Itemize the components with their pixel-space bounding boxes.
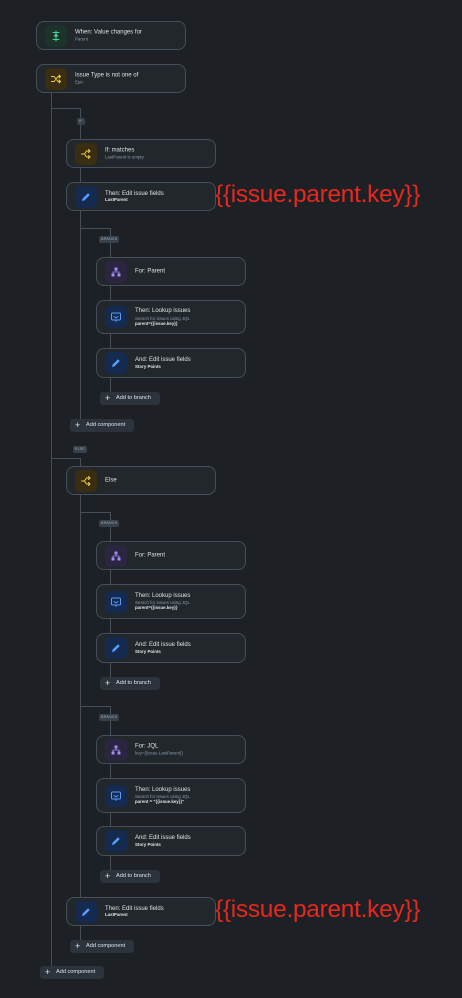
if-title: If: matches: [105, 147, 135, 154]
branch1-edit-title: And: Edit issue fields: [135, 357, 191, 364]
branch-tag-1: BRANCH: [99, 236, 120, 243]
connector-main: [51, 93, 52, 973]
trigger-icon: [45, 24, 67, 47]
branch2-for-card[interactable]: For: Parent: [96, 541, 246, 570]
branch2-lookup-card[interactable]: Then: Lookup issues Search for issues us…: [96, 584, 246, 619]
branch-condition-icon: [75, 142, 97, 165]
if-edit-subtitle: LastParent: [105, 197, 128, 203]
add-to-branch-label: Add to branch: [116, 680, 151, 686]
pencil-icon: [75, 900, 97, 923]
branch1-edit-subtitle: Story Points: [135, 363, 161, 369]
hierarchy-icon: [105, 260, 127, 283]
trigger-card[interactable]: When: Value changes for Parent: [36, 21, 186, 50]
add-to-branch-button-2[interactable]: + Add to branch: [100, 677, 160, 690]
plus-icon: +: [75, 941, 81, 951]
branch1-for-title: For: Parent: [135, 268, 166, 275]
if-edit-title: Then: Edit issue fields: [105, 190, 164, 197]
add-component-button-if[interactable]: + Add component: [70, 419, 134, 432]
annotation-bottom: {{issue.parent.key}}: [215, 896, 421, 923]
branch3-lookup-card[interactable]: Then: Lookup issues Search for issues us…: [96, 778, 246, 813]
plus-icon: +: [105, 678, 111, 688]
annotation-top: {{issue.parent.key}}: [215, 181, 421, 208]
branch2-edit-title: And: Edit issue fields: [135, 642, 191, 649]
branch2-lookup-jql: parent={{issue.key}}: [135, 605, 178, 611]
add-component-label: Add component: [56, 969, 96, 975]
pencil-icon: [105, 637, 127, 659]
condition-subtitle: Epic: [75, 79, 84, 85]
plus-icon: +: [105, 393, 111, 403]
pencil-icon: [105, 352, 127, 374]
branch2-edit-card[interactable]: And: Edit issue fields Story Points: [96, 633, 246, 663]
branch2-lookup-title: Then: Lookup issues: [135, 592, 191, 599]
hierarchy-icon: [105, 738, 127, 761]
lookup-icon: [105, 590, 127, 613]
branch-condition-icon: [75, 469, 97, 492]
branch1-lookup-card[interactable]: Then: Lookup issues Search for issues us…: [96, 300, 246, 334]
add-to-branch-button-1[interactable]: + Add to branch: [100, 392, 160, 405]
add-to-branch-label: Add to branch: [116, 873, 151, 879]
add-component-button-root[interactable]: + Add component: [40, 966, 104, 979]
branch3-for-card[interactable]: For: JQL key={{issue.LastParent}}: [96, 735, 246, 764]
condition-title: Issue Type is not one of: [75, 72, 139, 79]
branch1-lookup-title: Then: Lookup issues: [135, 307, 191, 314]
else-edit-title: Then: Edit issue fields: [105, 905, 164, 912]
connector-if: [51, 108, 81, 109]
connector-else-vertical: [80, 458, 81, 946]
plus-icon: +: [105, 871, 111, 881]
else-edit-card[interactable]: Then: Edit issue fields LastParent: [66, 897, 216, 926]
branch3-for-title: For: JQL: [135, 743, 159, 750]
plus-icon: +: [75, 420, 81, 430]
add-component-button-else[interactable]: + Add component: [70, 940, 134, 953]
branch3-lookup-jql: parent = "{{issue.key}}": [135, 799, 185, 805]
pencil-icon: [105, 830, 127, 852]
branch1-for-card[interactable]: For: Parent: [96, 257, 246, 286]
branch3-for-subtitle: key={{issue.LastParent}}: [135, 750, 183, 756]
lookup-icon: [105, 306, 127, 328]
if-tag: IF: [77, 118, 85, 125]
branch3-lookup-title: Then: Lookup issues: [135, 786, 191, 793]
branch3-edit-title: And: Edit issue fields: [135, 835, 191, 842]
else-edit-subtitle: LastParent: [105, 912, 128, 918]
connector-branch3: [80, 706, 110, 707]
branch-tag-3: BRANCH: [99, 714, 120, 721]
pencil-icon: [75, 185, 97, 208]
else-card[interactable]: Else: [66, 466, 216, 495]
add-component-label: Add component: [86, 422, 126, 428]
else-tag: ELSE: [73, 446, 87, 453]
add-to-branch-label: Add to branch: [116, 395, 151, 401]
branch2-edit-subtitle: Story Points: [135, 648, 161, 654]
branch3-edit-card[interactable]: And: Edit issue fields Story Points: [96, 826, 246, 856]
branch2-for-title: For: Parent: [135, 552, 166, 559]
lookup-icon: [105, 784, 127, 807]
trigger-title: When: Value changes for: [75, 29, 142, 36]
if-subtitle: LastParent is empty: [105, 154, 144, 160]
plus-icon: +: [45, 967, 51, 977]
connector-branch1: [80, 228, 110, 229]
if-card[interactable]: If: matches LastParent is empty: [66, 139, 216, 168]
shuffle-icon: [45, 67, 67, 90]
branch1-edit-card[interactable]: And: Edit issue fields Story Points: [96, 348, 246, 378]
trigger-subtitle: Parent: [75, 36, 88, 42]
branch1-lookup-jql: parent={{issue.key}}: [135, 320, 178, 326]
else-title: Else: [105, 477, 117, 484]
connector-branch2: [80, 512, 110, 513]
hierarchy-icon: [105, 544, 127, 567]
branch3-edit-subtitle: Story Points: [135, 841, 161, 847]
branch-tag-2: BRANCH: [99, 520, 120, 527]
add-component-label: Add component: [86, 943, 126, 949]
condition-card[interactable]: Issue Type is not one of Epic: [36, 64, 186, 93]
connector-else: [51, 458, 81, 459]
if-edit-card[interactable]: Then: Edit issue fields LastParent: [66, 182, 216, 211]
add-to-branch-button-3[interactable]: + Add to branch: [100, 870, 160, 883]
